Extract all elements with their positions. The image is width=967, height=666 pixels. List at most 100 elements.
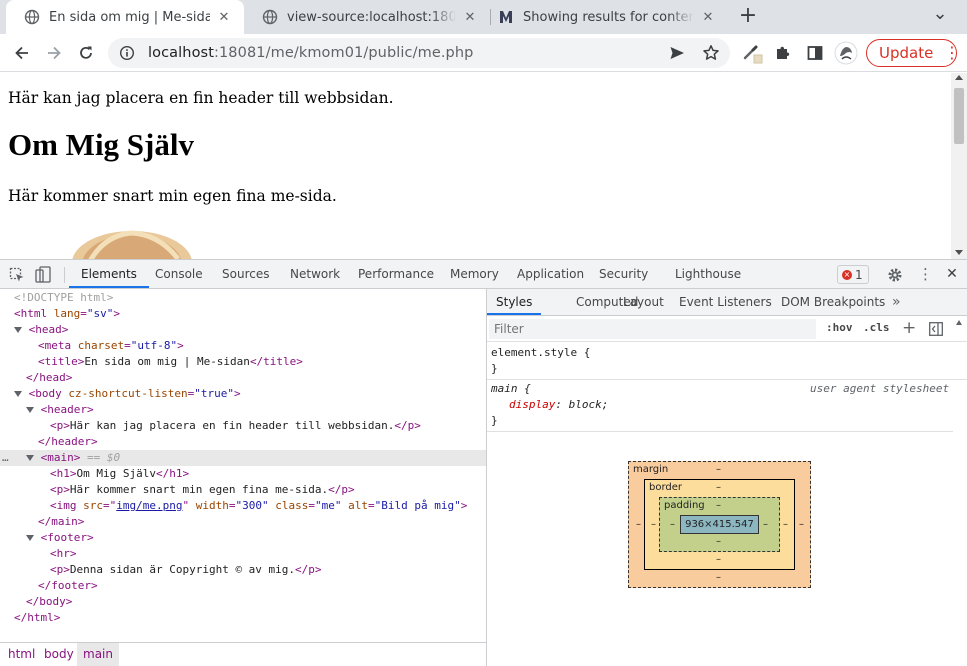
tab-security[interactable]: Security (599, 260, 648, 288)
dom-node-title[interactable]: <title>En sida om mig | Me-sidan</title> (0, 354, 486, 370)
settings-gear-icon[interactable] (887, 267, 903, 283)
tab-dom-breakpoints[interactable]: DOM Breakpoints (781, 289, 885, 315)
rule-source: user agent stylesheet (810, 382, 950, 395)
scrollbar-thumb[interactable] (954, 88, 964, 144)
error-counter-badge[interactable]: × 1 (837, 265, 869, 284)
tab-console[interactable]: Console (155, 260, 203, 288)
tab-styles[interactable]: Styles (487, 289, 542, 315)
update-button[interactable]: Update ⋮ (866, 39, 960, 67)
dom-node-head[interactable]: <head> (0, 322, 486, 338)
inspect-element-icon[interactable] (9, 267, 25, 283)
reload-button[interactable] (74, 41, 98, 65)
dom-node-img[interactable]: <img src="img/me.png" width="300" class=… (0, 498, 486, 514)
expand-arrow-icon[interactable] (26, 455, 34, 461)
dom-node-doctype[interactable]: <!DOCTYPE html> (0, 290, 486, 306)
extensions-button[interactable] (771, 41, 795, 65)
margin-top-value: – (716, 464, 721, 475)
close-tab-icon[interactable]: ✕ (216, 10, 232, 25)
expand-arrow-icon[interactable] (14, 327, 22, 333)
forward-arrow-icon (48, 46, 61, 60)
breadcrumb-html[interactable]: html (2, 643, 41, 666)
expand-arrow-icon[interactable] (26, 407, 34, 413)
new-style-rule-icon[interactable]: + (902, 318, 916, 338)
tab-memory[interactable]: Memory (450, 260, 499, 288)
browser-tab[interactable]: view-source:localhost:18081/me/kmom01/pu… (244, 0, 490, 34)
profile-button[interactable] (834, 41, 858, 65)
dom-node-meta[interactable]: <meta charset="utf-8"> (0, 338, 486, 354)
tab-event-listeners[interactable]: Event Listeners (679, 289, 772, 315)
browser-tab-active[interactable]: En sida om mig | Me-sidan ✕ (6, 0, 244, 34)
tab-title: En sida om mig | Me-sidan (49, 9, 210, 25)
new-tab-button[interactable]: + (737, 4, 759, 30)
hov-toggle[interactable]: :hov (826, 321, 853, 334)
styles-filter-row: :hov .cls + (487, 316, 967, 342)
extension-eyedropper-button[interactable] (740, 41, 764, 65)
styles-filter-input[interactable] (489, 319, 816, 339)
element-style-rule[interactable]: element.style { (491, 345, 590, 361)
close-devtools-icon[interactable]: ✕ (945, 265, 959, 283)
breadcrumb: html body main (0, 642, 486, 666)
tab-application[interactable]: Application (517, 260, 584, 288)
rule-divider (487, 379, 967, 380)
box-model-content[interactable]: 936×415.547 (680, 515, 759, 534)
tab-strip: En sida om mig | Me-sidan ✕ view-source:… (0, 0, 967, 34)
breadcrumb-body[interactable]: body (38, 643, 80, 666)
expand-arrow-icon[interactable] (14, 391, 22, 397)
globe-icon (262, 9, 278, 25)
toggle-sidebar-icon[interactable] (929, 322, 943, 336)
node-actions-icon[interactable]: … (2, 450, 9, 466)
browser-tab[interactable]: Showing results for content ✕ (480, 0, 728, 34)
tab-elements[interactable]: Elements (69, 260, 149, 288)
dom-node-html[interactable]: <html lang="sv"> (0, 306, 486, 322)
bookmark-star-icon[interactable] (702, 44, 720, 62)
close-tab-icon[interactable]: ✕ (462, 10, 478, 25)
dom-node-head-close[interactable]: </head> (0, 370, 486, 386)
back-button[interactable] (10, 41, 34, 65)
tab-layout[interactable]: Layout (623, 289, 664, 315)
breadcrumb-main[interactable]: main (77, 643, 119, 666)
border-left-value: – (651, 519, 656, 530)
main-rule-selector[interactable]: main { (491, 381, 531, 397)
send-icon[interactable] (669, 45, 685, 61)
dom-node-html-close[interactable]: </html> (0, 610, 486, 626)
scroll-up-icon[interactable] (956, 320, 962, 325)
more-tabs-icon[interactable]: » (892, 294, 901, 310)
device-toolbar-icon[interactable] (35, 266, 51, 284)
tab-performance[interactable]: Performance (358, 260, 434, 288)
dom-node-body[interactable]: <body cz-shortcut-listen="true"> (0, 386, 486, 402)
dom-node-header[interactable]: <header> (0, 402, 486, 418)
dom-node-hr[interactable]: <hr> (0, 546, 486, 562)
dom-node-footer[interactable]: <footer> (0, 530, 486, 546)
dom-node-header-p[interactable]: <p>Här kan jag placera en fin header til… (0, 418, 486, 434)
tab-network[interactable]: Network (290, 260, 340, 288)
dom-node-footer-p[interactable]: <p>Denna sidan är Copyright © av mig.</p… (0, 562, 486, 578)
dom-node-main-close[interactable]: </main> (0, 514, 486, 530)
eyedropper-icon (743, 45, 763, 64)
page-scrollbar[interactable] (951, 73, 967, 259)
tab-sources[interactable]: Sources (222, 260, 269, 288)
dom-node-main-p[interactable]: <p>Här kommer snart min egen fina me-sid… (0, 482, 486, 498)
scroll-up-icon[interactable] (955, 75, 963, 80)
expand-arrow-icon[interactable] (26, 535, 34, 541)
tab-title: Showing results for content (523, 9, 694, 25)
dom-node-body-close[interactable]: </body> (0, 594, 486, 610)
close-tab-icon[interactable]: ✕ (700, 10, 716, 25)
margin-bottom-value: – (716, 572, 721, 583)
forward-button[interactable] (42, 41, 66, 65)
cls-toggle[interactable]: .cls (863, 321, 890, 334)
dom-node-main-selected[interactable]: … <main> == $0 (0, 450, 486, 466)
info-icon[interactable] (119, 45, 135, 61)
scroll-down-icon[interactable] (955, 250, 963, 255)
dom-node-h1[interactable]: <h1>Om Mig Själv</h1> (0, 466, 486, 482)
dom-node-header-close[interactable]: </header> (0, 434, 486, 450)
address-bar[interactable]: localhost:18081/me/kmom01/public/me.php (108, 38, 730, 68)
rule-declaration[interactable]: display: block; (509, 397, 608, 413)
dom-node-footer-close[interactable]: </footer> (0, 578, 486, 594)
side-panel-button[interactable] (803, 41, 827, 65)
img-src-link[interactable]: img/me.png (116, 499, 182, 512)
tab-search-button[interactable]: ⌄ (930, 4, 950, 28)
tab-lighthouse[interactable]: Lighthouse (675, 260, 741, 288)
more-options-icon[interactable]: ⋮ (918, 265, 933, 283)
padding-left-value: – (670, 519, 675, 530)
elements-tree: <!DOCTYPE html> <html lang="sv"> <head> … (0, 289, 486, 666)
